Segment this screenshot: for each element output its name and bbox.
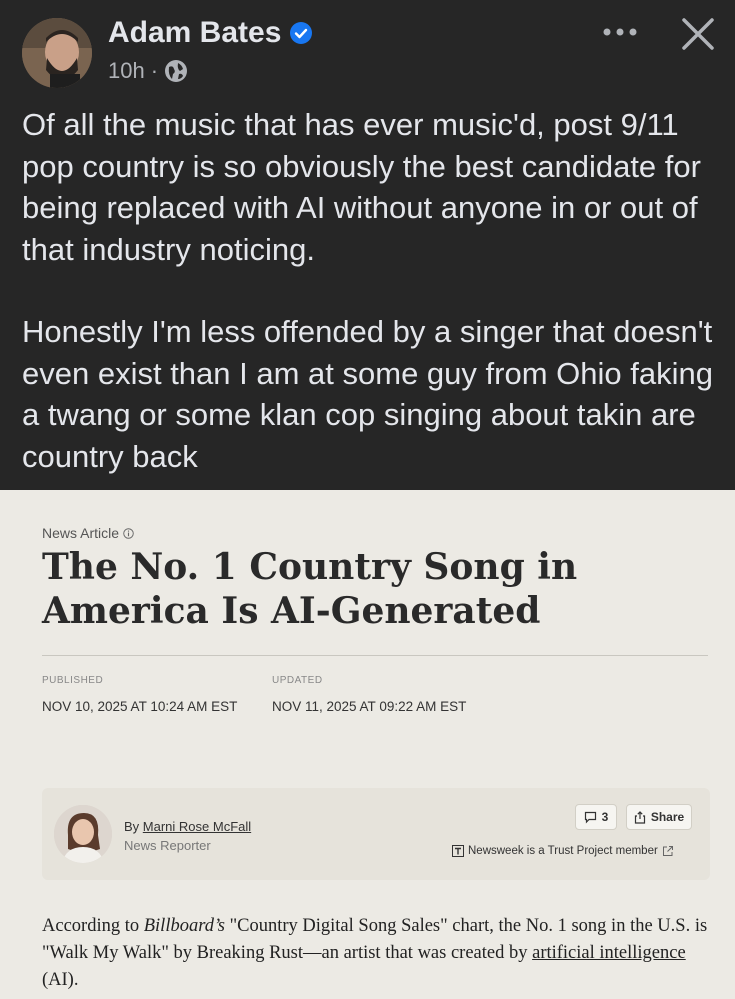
byline: By Marni Rose McFall [124,819,251,834]
globe-icon [165,60,188,82]
post-body: Of all the music that has ever music'd, … [22,104,722,477]
author-role: News Reporter [124,838,211,853]
article-paragraph: According to Billboard’s "Country Digita… [42,913,722,994]
comment-count: 3 [601,810,609,824]
updated-date: NOV 11, 2025 AT 09:22 AM EST [272,699,467,714]
post-meta: 10h · [108,58,188,84]
author-avatar[interactable] [22,18,92,88]
source-name: Billboard’s [143,916,225,936]
post-timestamp[interactable]: 10h [108,58,145,84]
article-kicker: News Article [42,525,134,541]
reporter-avatar[interactable] [54,805,112,863]
article-headline: The No. 1 Country Song in America Is AI-… [42,546,578,632]
author-name[interactable]: Adam Bates [108,16,281,50]
trust-project-icon [452,845,464,857]
meta-separator: · [150,58,159,83]
post-paragraph-2: Honestly I'm less offended by a singer t… [22,314,713,474]
divider [42,655,708,656]
external-link-icon [662,846,673,856]
share-label: Share [650,810,685,824]
paragraph-text-3: (AI). [42,970,79,990]
post-author[interactable]: Adam Bates [108,16,313,50]
author-link[interactable]: Marni Rose McFall [143,819,251,834]
published-label: PUBLISHED [42,675,104,686]
trust-project-link[interactable]: Newsweek is a Trust Project member [452,845,674,857]
updated-label: UPDATED [272,675,323,686]
byline-prefix: By [124,819,140,834]
article-screenshot: News Article The No. 1 Country Song in A… [0,490,735,999]
author-box: By Marni Rose McFall News Reporter 3 Sha… [42,788,710,880]
paragraph-text-1: According to [42,916,144,936]
close-icon[interactable] [680,16,716,52]
info-icon[interactable] [123,527,134,539]
post-paragraph-1: Of all the music that has ever music'd, … [22,107,701,267]
share-button[interactable]: Share [626,804,692,830]
social-post: Adam Bates 10h · Of all the music that h… [0,0,735,490]
verified-badge-icon [290,22,313,44]
share-icon [634,810,645,824]
published-date: NOV 10, 2025 AT 10:24 AM EST [42,699,238,714]
ai-link[interactable]: artificial intelligence [532,943,686,963]
kicker-label: News Article [42,525,120,541]
comments-button[interactable]: 3 [575,804,617,830]
comment-icon [584,811,596,823]
trust-text: Newsweek is a Trust Project member [468,845,658,857]
more-options-icon[interactable] [600,22,640,42]
